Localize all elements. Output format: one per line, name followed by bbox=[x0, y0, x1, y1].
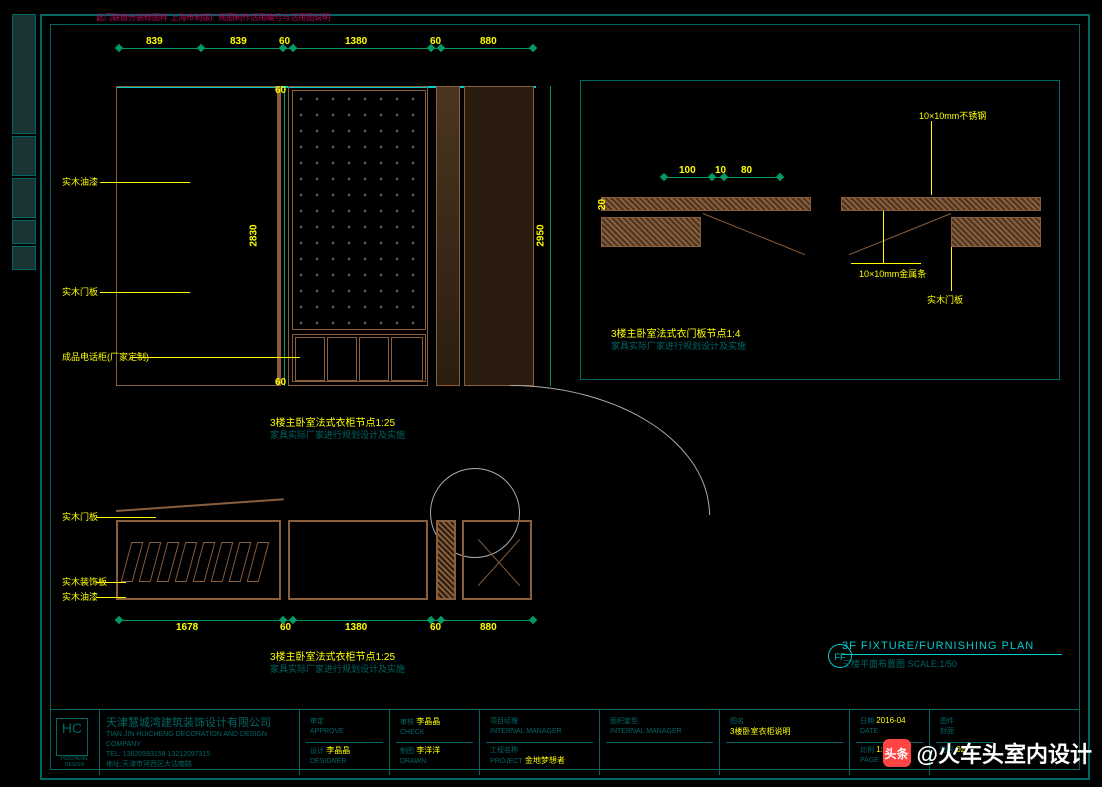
watermark-icon: 头条 bbox=[883, 739, 911, 767]
label-plan-3: 实木油漆 bbox=[62, 590, 98, 603]
label-elev-2: 实木门板 bbox=[62, 285, 98, 298]
logo-icon: HC bbox=[56, 718, 88, 756]
sheet-title-cn: 三楼平面布置图 SCALE:1/50 bbox=[842, 657, 1062, 670]
dim-height-left: 2830 bbox=[249, 224, 260, 246]
plan-section bbox=[116, 520, 536, 610]
company-addr: 地址:天津市河西区大沽南路 bbox=[106, 760, 293, 770]
dim-detail-1: 100 bbox=[679, 165, 696, 176]
label-detail-r3: 实木门板 bbox=[927, 293, 963, 306]
caption-plan-sub: 家具实际厂家进行规划设计及实施 bbox=[270, 662, 405, 675]
company-tel: TEL: 13820593158 13212097315 bbox=[106, 750, 293, 760]
dim-small-top: 60 bbox=[275, 85, 286, 96]
caption-detail-sub: 家具实际厂家进行规划设计及实施 bbox=[611, 339, 746, 352]
watermark-text: @火车头室内设计 bbox=[917, 737, 1092, 769]
cabinet-low bbox=[292, 334, 426, 382]
section-band-right bbox=[841, 197, 1041, 211]
detail-box: 100 10 80 20 10×10mm不锈钢 10×10mm金属条 实木门板 … bbox=[580, 80, 1060, 380]
dim-top-1: 839 bbox=[146, 36, 163, 47]
label-detail-r2: 10×10mm金属条 bbox=[859, 267, 926, 280]
dim-small-bottom: 60 bbox=[275, 377, 286, 388]
hangers bbox=[122, 532, 277, 592]
section-band-left bbox=[601, 197, 811, 211]
dim-line-top bbox=[116, 48, 536, 49]
dim-bot-1: 1678 bbox=[176, 622, 198, 633]
dim-detail-3: 80 bbox=[741, 165, 752, 176]
dim-top-2: 839 bbox=[230, 36, 247, 47]
tb-col-1: 审定APPROVE 设计 李晶晶DESIGNER bbox=[300, 710, 390, 775]
dim-top-6: 880 bbox=[480, 36, 497, 47]
sheet-title: 3F FIXTURE/FURNISHING PLAN 三楼平面布置图 SCALE… bbox=[842, 640, 1062, 670]
label-plan-1: 实木门板 bbox=[62, 510, 98, 523]
diamond-upholstery bbox=[292, 90, 426, 330]
plan-right-box bbox=[462, 520, 532, 600]
dim-line-left-v bbox=[284, 86, 285, 386]
dim-bot-3: 1380 bbox=[345, 622, 367, 633]
dim-detail-left: 20 bbox=[597, 199, 608, 210]
label-detail-r1: 10×10mm不锈钢 bbox=[919, 109, 986, 122]
x-mark-icon bbox=[468, 526, 530, 598]
dim-bot-5: 880 bbox=[480, 622, 497, 633]
panel-right bbox=[464, 86, 534, 386]
dim-height-right: 2950 bbox=[536, 224, 547, 246]
plan-center-box bbox=[288, 520, 428, 600]
caption-elev-title: 3楼主卧室法式衣柜节点1:25 bbox=[270, 414, 395, 429]
sidebar-ruler bbox=[12, 14, 36, 780]
caption-elev-sub: 家具实际厂家进行规划设计及实施 bbox=[270, 428, 405, 441]
plan-wardrobe-box bbox=[116, 520, 281, 600]
dim-line-right-v bbox=[550, 86, 551, 386]
dim-line-bottom bbox=[116, 620, 536, 621]
company-cell: 天津慧城湾建筑装饰设计有限公司 TIAN JIN HUICHENG DECORA… bbox=[100, 710, 300, 775]
elevation-view bbox=[116, 86, 536, 386]
company-name-cn: 天津慧城湾建筑装饰设计有限公司 bbox=[106, 714, 293, 730]
caption-detail-title: 3楼主卧室法式衣门板节点1:4 bbox=[611, 325, 740, 340]
company-name-en: TIAN JIN HUICHENG DECORATION AND DESIGN … bbox=[106, 730, 293, 750]
tb-col-3: 项目经理INTERNAL MANAGER 工程名称PROJECT 金地梦想者 bbox=[480, 710, 600, 775]
door-glass-panel bbox=[436, 86, 460, 386]
tb-col-2: 审核 李晶晶CHECK 制图 李洋洋DRAWN bbox=[390, 710, 480, 775]
tb-col-4: 面积套型INTERNAL MANAGER bbox=[600, 710, 720, 775]
header-note: 此门联窗分装修图样 上海市制版厂规图制作活用编号与活用图说明 bbox=[96, 12, 330, 23]
watermark: 头条 @火车头室内设计 bbox=[883, 737, 1092, 769]
sheet-title-en: 3F FIXTURE/FURNISHING PLAN bbox=[842, 640, 1062, 652]
tb-col-5: 图名3楼卧室衣柜说明 bbox=[720, 710, 850, 775]
caption-plan-title: 3楼主卧室法式衣柜节点1:25 bbox=[270, 648, 395, 663]
label-elev-1: 实木油漆 bbox=[62, 175, 98, 188]
dim-top-4: 1380 bbox=[345, 36, 367, 47]
logo-cell: HC HUICHENG DESIGN bbox=[50, 710, 100, 775]
